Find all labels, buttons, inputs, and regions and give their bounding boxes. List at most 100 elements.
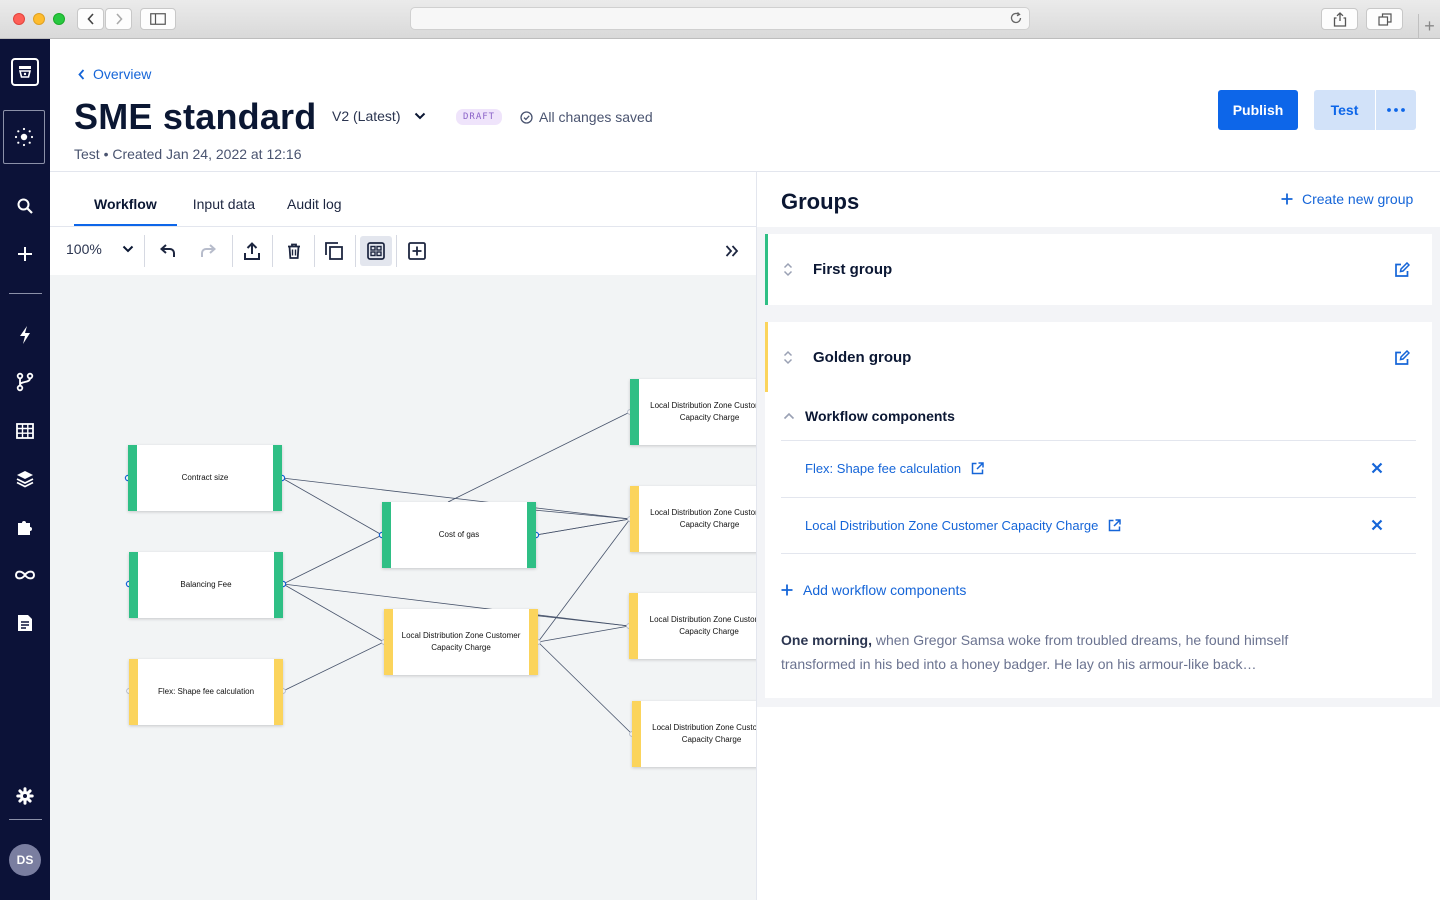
zoom-select[interactable]: 100% [66, 241, 134, 257]
version-select[interactable]: V2 (Latest) [332, 108, 426, 124]
group-card[interactable]: First group [765, 234, 1432, 305]
component-link[interactable]: Flex: Shape fee calculation [805, 461, 984, 476]
add-workflow-components-label: Add workflow components [803, 582, 967, 598]
toolbar-divider [314, 235, 315, 267]
nav-branches[interactable] [0, 364, 50, 400]
share-button[interactable] [1321, 8, 1358, 30]
nav-workflows[interactable] [3, 110, 45, 164]
chevron-left-icon [78, 68, 85, 80]
double-chevron-right-icon [725, 245, 739, 257]
redo-button[interactable] [192, 236, 224, 266]
browser-chrome: + [0, 0, 1440, 39]
component-link[interactable]: Local Distribution Zone Customer Capacit… [805, 518, 1122, 533]
edit-icon[interactable] [1394, 262, 1410, 278]
plus-icon [781, 584, 793, 596]
close-window-button[interactable] [13, 13, 25, 25]
sidebar-toggle-button[interactable] [140, 8, 176, 30]
document-icon [18, 615, 32, 631]
minimize-window-button[interactable] [33, 13, 45, 25]
page-meta: Test • Created Jan 24, 2022 at 12:16 [74, 146, 302, 162]
trash-icon [288, 243, 300, 259]
new-tab-button[interactable]: + [1418, 14, 1440, 39]
workflow-node[interactable]: Local Distribution Zone Customer Capacit… [629, 593, 756, 659]
nav-integrations[interactable] [0, 557, 50, 593]
app-logo[interactable] [11, 58, 39, 86]
delete-button[interactable] [278, 236, 310, 266]
description-lead: One morning, [781, 632, 872, 648]
toolbar-divider [232, 235, 233, 267]
list-item: Local Distribution Zone Customer Capacit… [781, 497, 1416, 554]
nav-layers[interactable] [0, 461, 50, 497]
plus-icon [1281, 193, 1293, 205]
workflow-node[interactable]: Cost of gas [382, 502, 536, 568]
workflow-node[interactable]: Flex: Shape fee calculation [129, 659, 283, 725]
undo-icon [160, 244, 175, 257]
external-link-icon [1109, 519, 1122, 532]
address-bar[interactable] [410, 7, 1030, 30]
workflow-node[interactable]: Contract size [128, 445, 282, 511]
workflow-node[interactable]: Local Distribution Zone Customer Capacit… [384, 609, 538, 675]
workflow-node[interactable]: Balancing Fee [129, 552, 283, 618]
reload-icon[interactable] [1009, 11, 1023, 25]
group-select-icon [367, 242, 385, 260]
add-node-button[interactable] [401, 236, 433, 266]
group-view-button[interactable] [360, 236, 392, 266]
workflow-canvas[interactable]: Contract size Balancing Fee Flex: Shape … [50, 275, 756, 900]
breadcrumb-back-link[interactable]: Overview [78, 66, 151, 82]
remove-icon[interactable] [1371, 519, 1383, 531]
workflow-node[interactable]: Local Distribution Zone Customer Capacit… [632, 701, 756, 767]
publish-button[interactable]: Publish [1218, 90, 1298, 130]
nav-plugins[interactable] [0, 509, 50, 545]
more-horizontal-icon [1387, 108, 1405, 112]
page-title: SME standard [74, 96, 317, 137]
component-label: Flex: Shape fee calculation [805, 461, 962, 476]
tab-audit-log[interactable]: Audit log [271, 180, 357, 227]
nav-create[interactable] [0, 236, 50, 272]
avatar[interactable]: DS [9, 844, 41, 876]
nav-triggers[interactable] [0, 317, 50, 353]
add-workflow-components-button[interactable]: Add workflow components [781, 582, 966, 598]
upload-icon [244, 242, 260, 260]
toolbar-divider [272, 235, 273, 267]
sort-handle-icon[interactable] [783, 350, 793, 365]
create-group-button[interactable]: Create new group [1281, 191, 1413, 207]
nav-documents[interactable] [0, 605, 50, 641]
nav-search[interactable] [0, 188, 50, 224]
workflow-node[interactable]: Local Distribution Zone Customer Capacit… [630, 486, 756, 552]
toolbar-divider [355, 235, 356, 267]
chevron-right-icon [115, 13, 123, 25]
tabs-overview-button[interactable] [1366, 8, 1403, 30]
nav-settings[interactable] [0, 778, 50, 814]
tab-bar: Workflow Input data Audit log [74, 180, 358, 227]
tab-input-data[interactable]: Input data [177, 180, 271, 227]
sort-handle-icon[interactable] [783, 262, 793, 277]
workflow-node[interactable]: Local Distribution Zone Customer Capacit… [630, 379, 756, 445]
share-icon [1333, 11, 1346, 27]
create-group-label: Create new group [1302, 191, 1414, 207]
chevron-up-icon [783, 412, 795, 420]
remove-icon[interactable] [1371, 462, 1383, 474]
rail-divider [9, 293, 42, 294]
duplicate-button[interactable] [318, 236, 350, 266]
maximize-window-button[interactable] [53, 13, 65, 25]
list-item: Flex: Shape fee calculation [781, 440, 1416, 497]
groups-title: Groups [781, 189, 860, 214]
chevron-down-icon [122, 245, 134, 253]
workflow-components-toggle[interactable]: Workflow components [783, 408, 955, 424]
group-color-bar [765, 322, 768, 392]
logo-icon [18, 66, 32, 78]
undo-button[interactable] [152, 236, 184, 266]
more-options-button[interactable] [1376, 90, 1416, 130]
browser-forward-button[interactable] [105, 8, 132, 30]
group-description: One morning, when Gregor Samsa woke from… [781, 628, 1341, 676]
test-button[interactable]: Test [1314, 90, 1375, 130]
browser-back-button[interactable] [77, 8, 104, 30]
nav-tables[interactable] [0, 413, 50, 449]
search-icon [17, 198, 33, 214]
export-button[interactable] [236, 236, 268, 266]
edit-icon[interactable] [1394, 350, 1410, 366]
tab-workflow[interactable]: Workflow [74, 180, 177, 227]
group-name[interactable]: Golden group [813, 349, 911, 366]
branch-icon [16, 372, 34, 392]
collapse-panel-button[interactable] [716, 236, 748, 266]
